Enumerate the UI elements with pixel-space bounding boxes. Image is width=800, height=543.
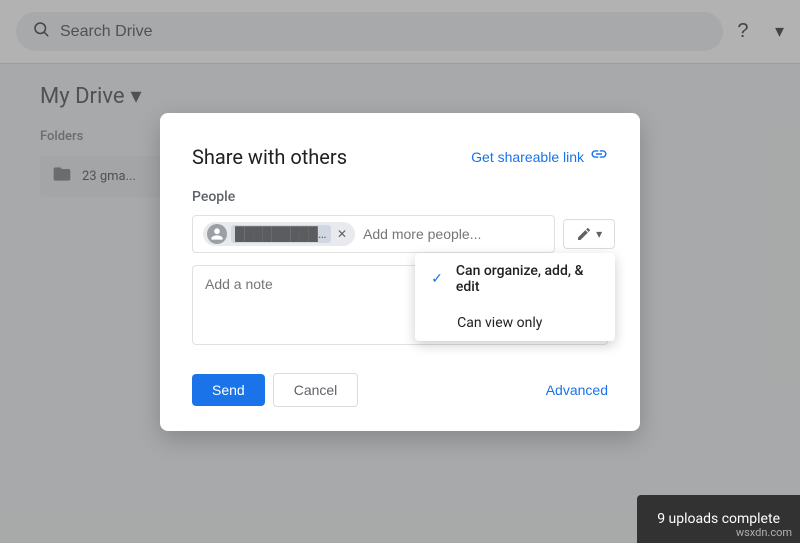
- person-chip: ██████████ ✕: [203, 222, 355, 246]
- chip-name: ██████████: [231, 225, 331, 243]
- check-icon: ✓: [431, 271, 446, 287]
- people-label: People: [192, 189, 608, 205]
- permission-dropdown: ✓ Can organize, add, & edit Can view onl…: [415, 253, 615, 341]
- dropdown-item-view[interactable]: Can view only: [415, 305, 615, 341]
- avatar: [207, 224, 227, 244]
- dialog-title: Share with others: [192, 145, 347, 169]
- overlay: Share with others Get shareable link Peo…: [0, 0, 800, 543]
- advanced-button[interactable]: Advanced: [546, 382, 608, 398]
- dropdown-item-organize[interactable]: ✓ Can organize, add, & edit: [415, 253, 615, 305]
- dialog-header: Share with others Get shareable link: [192, 145, 608, 169]
- edit-permission-button[interactable]: ▾: [563, 219, 615, 249]
- send-button[interactable]: Send: [192, 374, 265, 406]
- people-input-wrap: ██████████ ✕: [192, 215, 555, 253]
- dropdown-item-view-label: Can view only: [457, 315, 542, 331]
- link-icon: [590, 145, 608, 168]
- dialog-footer: Send Cancel Advanced: [192, 373, 608, 407]
- get-shareable-link-button[interactable]: Get shareable link: [471, 145, 608, 168]
- shareable-link-label: Get shareable link: [471, 149, 584, 165]
- edit-icon-chevron: ▾: [596, 227, 602, 241]
- watermark: wsxdn.com: [736, 526, 792, 539]
- upload-toast-message: 9 uploads complete: [657, 511, 780, 527]
- share-dialog: Share with others Get shareable link Peo…: [160, 113, 640, 431]
- chip-close-button[interactable]: ✕: [337, 227, 347, 241]
- people-input-row: ██████████ ✕ ▾ ✓ Can organize, add, & ed…: [192, 215, 608, 253]
- cancel-button[interactable]: Cancel: [273, 373, 359, 407]
- edit-permission-container: ▾ ✓ Can organize, add, & edit Can view o…: [563, 219, 615, 249]
- add-people-input[interactable]: [363, 226, 544, 242]
- dropdown-item-organize-label: Can organize, add, & edit: [456, 263, 599, 295]
